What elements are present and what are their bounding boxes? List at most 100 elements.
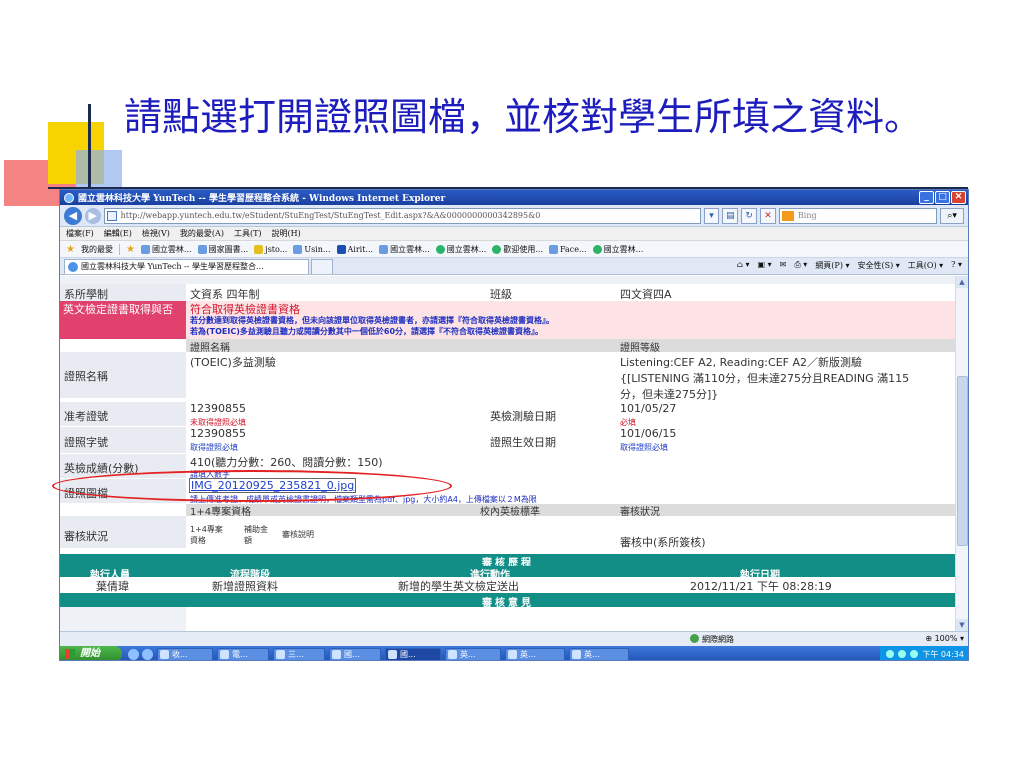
opinion-title-bar: 審核意見 [60,593,956,609]
stop-button[interactable]: ✕ [760,207,776,224]
favorite-page-icon [549,244,558,254]
windows-flag-icon [65,649,75,659]
scroll-up-icon[interactable]: ▲ [956,276,968,288]
command-tools[interactable]: 工具(O) ▾ [908,260,943,271]
favorite-item[interactable]: 歡迎使用... [492,244,543,255]
review-header-right: 審核狀況 [620,507,660,518]
exam-date-value[interactable]: 101/05/27 [620,402,676,415]
cert-name-value[interactable]: (TOEIC)多益測驗 [190,354,276,370]
minimize-button[interactable]: _ [919,191,934,204]
menu-file[interactable]: 檔案(F) [66,228,94,239]
system-tray: 下午 04:34 [880,646,968,660]
tray-icon[interactable] [910,650,919,658]
favorite-item[interactable]: Usin... [293,244,331,254]
refresh-button[interactable]: ↻ [741,207,758,224]
window-title: 國立雲林科技大學 YunTech -- 學生學習歷程整合系統 - Windows… [78,194,446,204]
favorite-page-icon [592,244,602,254]
cert-no-label: 證照字號 [64,436,108,449]
taskbar-button[interactable]: 收... [157,647,213,660]
word-icon [572,649,581,659]
menu-edit[interactable]: 編輯(E) [104,228,132,239]
menu-bar: 檔案(F) 編輯(E) 檢視(V) 我的最愛(A) 工具(T) 說明(H) [60,227,968,241]
favorites-separator [118,243,120,255]
favorite-item[interactable]: 國立雲林... [140,244,192,255]
forward-button[interactable]: ▶ [84,207,101,224]
address-dropdown-button[interactable]: ▾ [703,207,720,224]
favorite-page-icon [435,244,445,254]
favorite-item[interactable]: 國家圖書... [197,244,248,255]
tray-icon[interactable] [898,650,907,658]
favorite-item[interactable]: Face... [549,244,587,254]
browser-window: 國立雲林科技大學 YunTech -- 學生學習歷程整合系統 - Windows… [59,189,969,661]
address-input[interactable]: http://webapp.yuntech.edu.tw/eStudent/St… [103,207,701,224]
favorite-page-icon [492,244,502,254]
app-icon [276,649,285,659]
zone-indicator: 網際網路 [690,634,734,645]
favorites-label[interactable]: 我的最愛 [81,244,113,255]
favorite-page-icon [254,244,264,254]
menu-view[interactable]: 檢視(V) [142,228,170,239]
taskbar-button-active[interactable]: 國... [385,647,441,660]
taskbar-button[interactable]: 三... [273,647,325,660]
exam-no-value[interactable]: 12390855 [190,402,246,415]
print-icon[interactable]: ⎙ ▾ [794,260,807,271]
menu-tools[interactable]: 工具(T) [234,228,262,239]
favorite-item[interactable]: 國立雲林... [379,244,430,255]
window-titlebar: 國立雲林科技大學 YunTech -- 學生學習歷程整合系統 - Windows… [60,190,968,205]
search-placeholder: Bing [797,210,817,220]
favorite-item[interactable]: 國立雲林... [435,244,486,255]
cert-valid-note: 取得證照必填 [620,443,668,452]
favorites-star-icon: ★ [66,243,75,255]
history-title-bar: 審核歷程 [60,554,956,569]
score-value[interactable]: 410(聽力分數：260、閱讀分數：150) [190,454,383,470]
maximize-button[interactable]: □ [935,191,950,204]
mail-icon[interactable]: ✉ [780,260,787,271]
zoom-control[interactable]: ⊕ 100% ▾ [925,634,964,643]
close-button[interactable]: ✕ [951,191,966,204]
taskbar-button[interactable]: 英... [445,647,501,660]
cert-no-value[interactable]: 12390855 [190,427,246,440]
taskbar-button[interactable]: 電... [217,647,269,660]
favorite-item[interactable]: Airit... [336,244,373,254]
ie2-quicklaunch-icon[interactable] [142,648,153,660]
favorite-item[interactable]: jsto... [254,244,287,254]
compat-view-button[interactable]: ▤ [722,207,739,224]
menu-favorites[interactable]: 我的最愛(A) [180,228,224,239]
browser-tab-active[interactable]: 國立雲林科技大學 YunTech -- 學生學習歷程整合... [64,259,309,274]
review-col3: 審核說明 [282,530,314,539]
favorite-page-icon [293,244,303,254]
search-button[interactable]: ⌕▾ [940,207,964,224]
command-safety[interactable]: 安全性(S) ▾ [858,260,900,271]
english-cert-note1: 若分數達到取得英檢證書資格，但未向該證單位取得英檢證書者，亦請選擇『符合取得英檢… [190,316,554,325]
app-icon [220,649,229,659]
favorite-page-icon [379,244,389,254]
home-icon[interactable]: ⌂ ▾ [737,260,750,271]
cert-level-line2: {[LISTENING 滿110分，但未達275分且READING 滿115 [620,372,910,385]
address-url: http://webapp.yuntech.edu.tw/eStudent/St… [120,210,541,220]
taskbar-button[interactable]: 英... [569,647,629,660]
ie-quicklaunch-icon[interactable] [128,648,139,660]
tray-icon[interactable] [886,650,895,658]
exam-no-label: 准考證號 [64,410,108,423]
help-icon[interactable]: ? ▾ [951,260,962,271]
scroll-thumb[interactable] [957,376,968,546]
status-bar: 網際網路 ⊕ 100% ▾ [60,631,968,646]
search-input[interactable]: Bing [778,207,938,224]
history-action: 新增的學生英文檢定送出 [398,580,519,593]
taskbar-button[interactable]: 國... [329,647,381,660]
tab-bar: 國立雲林科技大學 YunTech -- 學生學習歷程整合... ⌂ ▾ ▣ ▾ … [60,258,968,275]
feeds-icon[interactable]: ▣ ▾ [758,260,772,271]
english-cert-label: 英文檢定證書取得與否 [63,303,173,316]
new-tab-button[interactable] [311,259,333,274]
scroll-down-icon[interactable]: ▼ [956,619,968,631]
command-page[interactable]: 網頁(P) ▾ [815,260,849,271]
vertical-scrollbar[interactable]: ▲ ▼ [955,276,968,631]
cert-level-header: 證照等級 [620,343,660,354]
add-favorite-icon[interactable]: ★ [126,244,135,255]
taskbar-button[interactable]: 英... [505,647,565,660]
menu-help[interactable]: 說明(H) [272,228,301,239]
start-button[interactable]: 開始 [60,646,122,660]
cert-valid-value[interactable]: 101/06/15 [620,427,676,440]
back-button[interactable]: ◀ [64,206,82,225]
favorite-item[interactable]: 國立雲林... [592,244,643,255]
